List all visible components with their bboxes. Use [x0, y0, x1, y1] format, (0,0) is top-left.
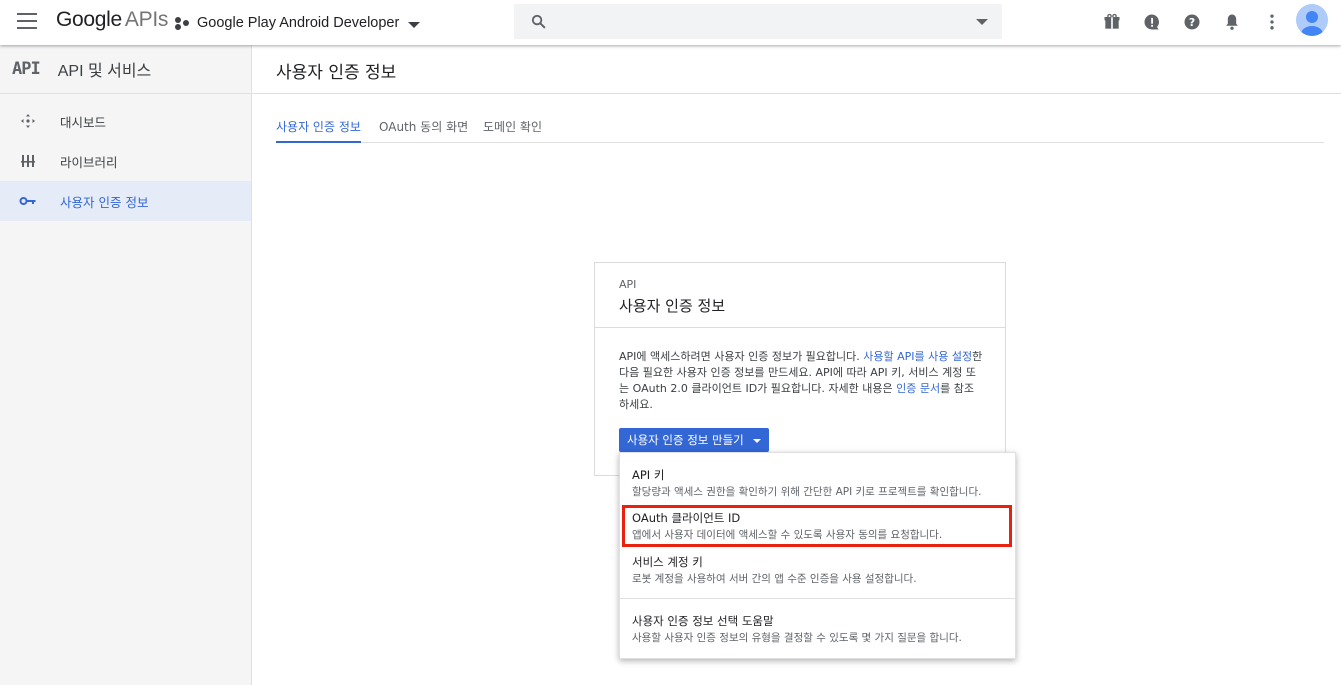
key-icon	[18, 191, 38, 211]
tab-domain-verification[interactable]: 도메인 확인	[483, 118, 542, 143]
project-name: Google Play Android Developer	[197, 15, 400, 31]
menu-icon[interactable]	[17, 13, 37, 29]
auth-docs-link[interactable]: 인증 문서	[896, 382, 940, 395]
google-apis-logo[interactable]: Google APIs	[56, 8, 168, 32]
menu-item-title: OAuth 클라이언트 ID	[632, 511, 741, 525]
sidebar-item-dashboard[interactable]: 대시보드	[0, 101, 251, 141]
menu-item-description: 앱에서 사용자 데이터에 액세스할 수 있도록 사용자 동의를 요청합니다.	[632, 529, 943, 541]
help-icon[interactable]: ?	[1182, 12, 1202, 32]
card-description: API에 액세스하려면 사용자 인증 정보가 필요합니다. 사용할 API를 사…	[619, 349, 983, 413]
card-kicker: API	[619, 278, 637, 291]
sidebar-item-label: 대시보드	[60, 114, 107, 130]
project-selector[interactable]: Google Play Android Developer	[175, 12, 421, 34]
menu-item-oauth-client-id[interactable]: OAuth 클라이언트 ID 앱에서 사용자 데이터에 액세스할 수 있도록 사…	[620, 503, 1015, 547]
logo-google-text: Google	[56, 8, 122, 31]
api-logo-icon: API	[12, 59, 41, 79]
menu-item-description: 할당량과 액세스 권한을 확인하기 위해 간단한 API 키로 프로젝트를 확인…	[632, 486, 982, 498]
menu-item-api-key[interactable]: API 키 할당량과 액세스 권한을 확인하기 위해 간단한 API 키로 프로…	[620, 453, 1015, 503]
top-app-bar: Google APIs Google Play Android Developer…	[0, 0, 1341, 45]
chevron-down-icon	[408, 21, 421, 28]
menu-item-title: 사용자 인증 정보 선택 도움말	[632, 614, 774, 628]
enable-apis-link[interactable]: 사용할 API를 사용 설정	[863, 350, 972, 363]
credentials-card: API 사용자 인증 정보 API에 액세스하려면 사용자 인증 정보가 필요합…	[594, 262, 1006, 476]
search-icon	[531, 14, 546, 29]
card-title: 사용자 인증 정보	[619, 297, 726, 315]
svg-text:?: ?	[1189, 16, 1195, 29]
notifications-icon[interactable]	[1222, 12, 1242, 32]
page-header: 사용자 인증 정보	[252, 45, 1341, 94]
search-bar[interactable]	[514, 4, 1002, 39]
menu-item-title: 서비스 계정 키	[632, 555, 703, 569]
menu-item-help-me-choose[interactable]: 사용자 인증 정보 선택 도움말 사용할 사용자 인증 정보의 유형을 결정할 …	[620, 599, 1015, 659]
description-text: API에 액세스하려면 사용자 인증 정보가 필요합니다.	[619, 350, 864, 363]
search-dropdown-icon[interactable]	[976, 19, 988, 25]
sidebar-item-label: 사용자 인증 정보	[60, 194, 149, 210]
dashboard-icon	[18, 111, 38, 131]
sidebar-item-library[interactable]: 라이브러리	[0, 141, 251, 181]
tab-oauth-consent[interactable]: OAuth 동의 화면	[379, 118, 468, 143]
create-credentials-menu: API 키 할당량과 액세스 권한을 확인하기 위해 간단한 API 키로 프로…	[619, 452, 1016, 659]
more-vert-icon[interactable]	[1262, 12, 1282, 32]
page-title: 사용자 인증 정보	[276, 63, 397, 83]
menu-item-title: API 키	[632, 468, 665, 482]
chevron-down-icon	[752, 438, 761, 443]
gift-icon[interactable]	[1102, 12, 1122, 32]
tab-bar: 사용자 인증 정보 OAuth 동의 화면 도메인 확인	[276, 104, 1324, 143]
create-credentials-button[interactable]: 사용자 인증 정보 만들기	[619, 428, 769, 452]
project-icon	[175, 15, 191, 31]
account-avatar[interactable]	[1296, 4, 1328, 36]
button-label: 사용자 인증 정보 만들기	[627, 433, 744, 447]
sidebar-item-credentials[interactable]: 사용자 인증 정보	[0, 181, 251, 221]
menu-item-description: 사용할 사용자 인증 정보의 유형을 결정할 수 있도록 몇 가지 질문을 합니…	[632, 632, 962, 644]
divider	[595, 327, 1005, 328]
sidebar-item-label: 라이브러리	[60, 154, 118, 170]
logo-apis-text: APIs	[124, 8, 169, 31]
feedback-icon[interactable]	[1142, 12, 1162, 32]
menu-item-description: 로봇 계정을 사용하여 서버 간의 앱 수준 인증을 사용 설정합니다.	[632, 573, 917, 585]
account-icon	[1301, 11, 1323, 36]
library-icon	[18, 151, 38, 171]
tab-credentials[interactable]: 사용자 인증 정보	[276, 118, 361, 143]
sidebar: API API 및 서비스 대시보드 라이브러리 사용자 인증 정보	[0, 45, 252, 685]
menu-item-service-account-key[interactable]: 서비스 계정 키 로봇 계정을 사용하여 서버 간의 앱 수준 인증을 사용 설…	[620, 547, 1015, 597]
sidebar-title: API 및 서비스	[57, 63, 152, 80]
sidebar-header: API API 및 서비스	[0, 45, 251, 94]
